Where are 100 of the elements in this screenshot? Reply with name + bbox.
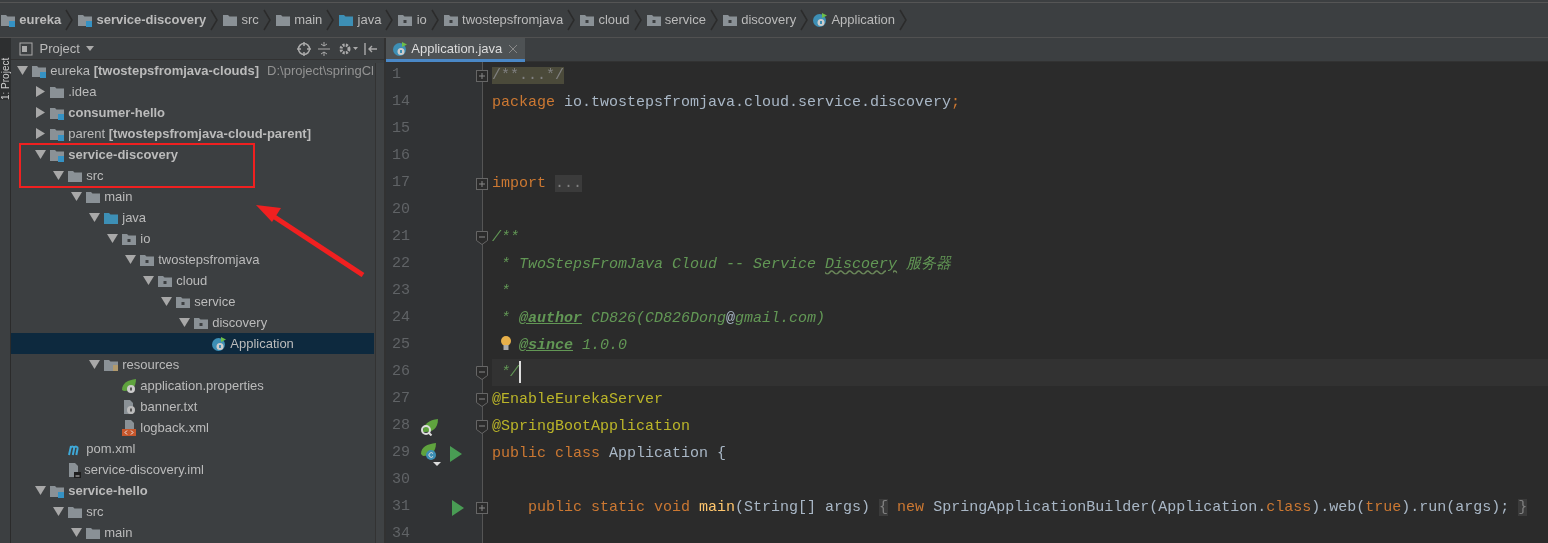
side-tab[interactable]: 1: Project: [0, 38, 11, 100]
bean-icon[interactable]: [419, 417, 440, 436]
expanded-arrow-icon[interactable]: [178, 318, 190, 327]
code-line: public static void main(String[] args) { new SpringApplicationBuilder(Application.class).web(true).run(args); }: [527, 498, 1529, 518]
leaf-icon: [121, 377, 137, 394]
folder-icon: [222, 13, 239, 27]
expanded-arrow-icon[interactable]: [124, 255, 136, 264]
breadcrumb-item[interactable]: Application: [812, 10, 895, 30]
breadcrumb-item[interactable]: io: [397, 10, 427, 30]
item-label[interactable]: twostepsfromjava: [158, 249, 260, 270]
item-label[interactable]: .idea: [68, 81, 97, 102]
code-line: @SpringBootApplication: [492, 417, 692, 437]
item-label[interactable]: main: [104, 186, 133, 207]
run-icon[interactable]: [452, 499, 465, 516]
expanded-arrow-icon[interactable]: [142, 276, 154, 285]
editor-tab[interactable]: Application.java: [386, 38, 525, 62]
item-label[interactable]: service-discovery: [68, 144, 179, 165]
code-line: /**: [492, 228, 520, 248]
hide-panel-icon[interactable]: [364, 41, 378, 56]
module-folder-icon: [49, 105, 65, 120]
breadcrumb-item[interactable]: eureka: [0, 10, 62, 30]
item-label[interactable]: service: [194, 291, 236, 312]
item-label[interactable]: logback.xml: [140, 417, 209, 438]
collapsed-arrow-icon[interactable]: [35, 128, 45, 139]
module-folder-icon: [77, 13, 94, 27]
target-icon[interactable]: [296, 41, 311, 56]
item-label[interactable]: service-hello: [68, 480, 148, 501]
item-label[interactable]: cloud: [176, 270, 208, 291]
breadcrumb-item[interactable]: service: [645, 10, 706, 30]
lightbulb-icon[interactable]: [499, 335, 512, 351]
file-icon: [121, 398, 137, 415]
expanded-arrow-icon[interactable]: [16, 66, 28, 75]
module-folder-icon: [0, 13, 16, 27]
run-icon[interactable]: [449, 445, 462, 462]
breadcrumb-item[interactable]: twostepsfromjava: [442, 10, 564, 30]
collapsed-arrow-icon[interactable]: [35, 107, 45, 118]
item-label[interactable]: java: [122, 207, 147, 228]
expanded-arrow-icon[interactable]: [34, 150, 46, 159]
breadcrumb-item[interactable]: cloud: [579, 10, 630, 30]
expanded-arrow-icon[interactable]: [88, 360, 100, 369]
spring-class-icon[interactable]: [419, 441, 444, 466]
item-label[interactable]: application.properties: [140, 375, 264, 396]
package-icon: [139, 252, 155, 267]
breadcrumb-item[interactable]: java: [338, 10, 382, 30]
expanded-arrow-icon[interactable]: [88, 213, 100, 222]
collapse-fold-icon[interactable]: [476, 392, 488, 407]
collapse-fold-icon[interactable]: [476, 365, 488, 380]
expanded-arrow-icon[interactable]: [106, 234, 118, 243]
expand-fold-icon[interactable]: [476, 69, 488, 82]
breadcrumb-item[interactable]: discovery: [721, 10, 797, 30]
item-label[interactable]: consumer-hello: [68, 102, 166, 123]
item-label[interactable]: eureka [twostepsfromjava-clouds]: [50, 60, 260, 81]
package-icon: [442, 13, 459, 27]
settings-icon[interactable]: [337, 41, 358, 56]
breadcrumb-item[interactable]: src: [222, 10, 259, 30]
item-label[interactable]: discovery: [212, 312, 268, 333]
collapse-fold-icon[interactable]: [476, 230, 488, 245]
item-label[interactable]: src: [86, 165, 104, 186]
item-label[interactable]: service-discovery.iml: [84, 459, 204, 480]
module-folder-icon: [49, 483, 65, 498]
code-line: @since 1.0.0: [492, 332, 1548, 359]
expanded-arrow-icon[interactable]: [34, 486, 46, 495]
folder-icon: [103, 210, 119, 225]
expand-fold-icon[interactable]: [476, 177, 488, 190]
panel-view-selector[interactable]: Project: [19, 38, 95, 59]
collapse-fold-icon[interactable]: [476, 419, 488, 434]
folder-icon: [85, 525, 101, 540]
item-label[interactable]: src: [86, 501, 104, 522]
project-icon: [19, 41, 33, 56]
expanded-arrow-icon[interactable]: [70, 192, 82, 201]
expanded-arrow-icon[interactable]: [52, 507, 64, 516]
expand-fold-icon[interactable]: [476, 501, 488, 514]
expanded-arrow-icon[interactable]: [70, 528, 82, 537]
class-icon: [211, 335, 227, 352]
item-label[interactable]: io: [140, 228, 151, 249]
item-label[interactable]: Application: [230, 333, 294, 354]
code-line: import ...: [492, 174, 584, 194]
package-icon: [157, 273, 173, 288]
expanded-arrow-icon[interactable]: [160, 297, 172, 306]
item-label[interactable]: pom.xml: [86, 438, 136, 459]
item-label[interactable]: resources: [122, 354, 180, 375]
code-line: @EnableEurekaServer: [492, 390, 665, 410]
item-label[interactable]: parent [twostepsfromjava-cloud-parent]: [68, 123, 311, 144]
collapsed-arrow-icon[interactable]: [35, 86, 45, 97]
package-icon: [579, 13, 596, 27]
resources-folder-icon: [103, 357, 119, 372]
package-icon: [193, 315, 209, 330]
breadcrumb-item[interactable]: service-discovery: [77, 10, 207, 30]
code-line: *: [500, 282, 511, 302]
folder-icon: [274, 13, 291, 27]
expanded-arrow-icon[interactable]: [52, 171, 64, 180]
selected-row[interactable]: Application: [11, 333, 374, 354]
collapse-all-icon[interactable]: [317, 41, 331, 56]
item-label[interactable]: main: [104, 522, 133, 543]
package-icon: [121, 231, 137, 246]
item-label[interactable]: banner.txt: [140, 396, 198, 417]
class-icon: [812, 12, 829, 28]
breadcrumb-item[interactable]: main: [274, 10, 323, 30]
package-icon: [175, 294, 191, 309]
module-folder-icon: [49, 147, 65, 162]
